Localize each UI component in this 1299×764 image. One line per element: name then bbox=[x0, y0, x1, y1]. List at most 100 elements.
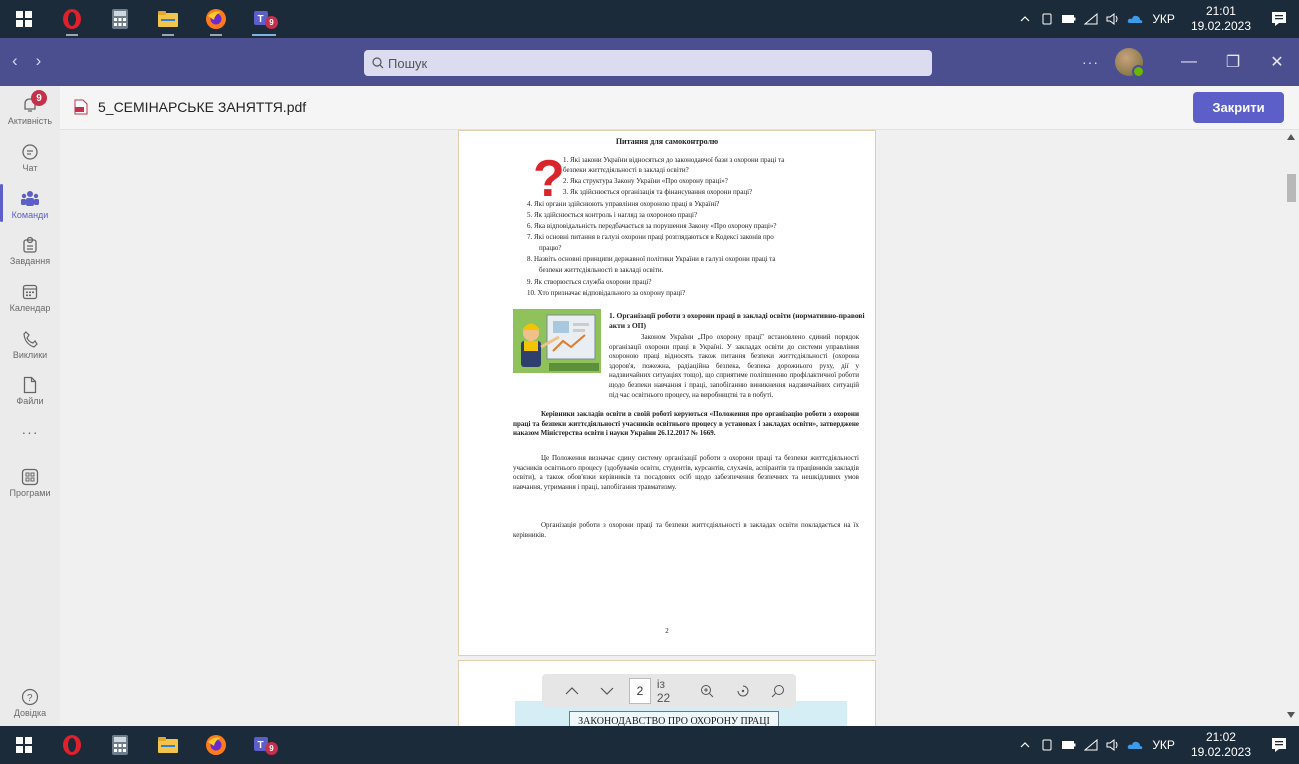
help-icon: ? bbox=[21, 686, 39, 708]
page-number-input[interactable]: 2 bbox=[629, 678, 651, 704]
speaker-icon[interactable] bbox=[1102, 726, 1124, 764]
scroll-up-arrow-icon[interactable] bbox=[1287, 134, 1295, 140]
clock[interactable]: 21:01 19.02.2023 bbox=[1191, 4, 1251, 34]
rotate-button[interactable] bbox=[725, 684, 761, 698]
question-mark-illustration: ? bbox=[533, 150, 565, 208]
doc-question: 1. Які закони України відносяться до зак… bbox=[563, 156, 785, 164]
teams-icon bbox=[20, 188, 40, 210]
windows-taskbar-top: T 9 УКР 21:01 19.02.2023 bbox=[0, 0, 1299, 38]
scroll-down-arrow-icon[interactable] bbox=[1287, 712, 1295, 718]
language-indicator[interactable]: УКР bbox=[1152, 12, 1175, 26]
search-icon bbox=[372, 57, 384, 69]
tasks-icon bbox=[22, 234, 38, 256]
maximize-button[interactable]: ❐ bbox=[1211, 52, 1255, 72]
activity-badge: 9 bbox=[31, 90, 47, 106]
pdf-viewer: Питання для самоконтролю ? 1. Які закони… bbox=[60, 130, 1299, 726]
clock-date: 19.02.2023 bbox=[1190, 19, 1251, 33]
rail-files[interactable]: Файли bbox=[0, 374, 60, 406]
doc-paragraph: Керівники закладів освіти в своїй роботі… bbox=[513, 410, 859, 438]
file-icon bbox=[23, 374, 37, 396]
system-tray: УКР 21:01 19.02.2023 bbox=[1014, 0, 1299, 38]
more-options-button[interactable]: ··· bbox=[1082, 54, 1099, 70]
user-avatar[interactable] bbox=[1115, 48, 1145, 78]
onedrive-icon[interactable] bbox=[1124, 0, 1146, 38]
history-nav: ‹ › bbox=[12, 51, 41, 71]
search-input[interactable]: Пошук bbox=[364, 50, 932, 76]
calculator-icon[interactable] bbox=[96, 0, 144, 38]
doc-question: 10. Хто призначає відповідального за охо… bbox=[527, 289, 686, 297]
previous-page-button[interactable] bbox=[554, 687, 590, 695]
doc-question: 6. Яка відповідальність передбачається з… bbox=[527, 222, 777, 230]
calculator-icon[interactable] bbox=[96, 726, 144, 764]
rail-label-activity: Активність bbox=[7, 116, 53, 126]
file-explorer-icon[interactable] bbox=[144, 0, 192, 38]
file-header: 5_СЕМІНАРСЬКЕ ЗАНЯТТЯ.pdf Закрити bbox=[60, 86, 1299, 130]
battery-icon[interactable] bbox=[1058, 0, 1080, 38]
opera-icon[interactable] bbox=[48, 0, 96, 38]
find-button[interactable] bbox=[760, 684, 796, 698]
speaker-icon[interactable] bbox=[1102, 0, 1124, 38]
wifi-icon[interactable] bbox=[1080, 726, 1102, 764]
notification-center-icon[interactable] bbox=[1259, 0, 1299, 38]
windows-start-icon[interactable] bbox=[0, 0, 48, 38]
phone-icon bbox=[22, 328, 38, 350]
teams-taskbar-badge: 9 bbox=[265, 16, 278, 29]
firefox-icon[interactable] bbox=[192, 0, 240, 38]
language-indicator[interactable]: УКР bbox=[1152, 738, 1175, 752]
rotate-icon bbox=[737, 685, 749, 697]
next-page-button[interactable] bbox=[590, 687, 626, 695]
doc-question: 8. Назвіть основні принципи державної по… bbox=[527, 255, 776, 263]
battery-icon[interactable] bbox=[1058, 726, 1080, 764]
opera-icon[interactable] bbox=[48, 726, 96, 764]
tablet-icon[interactable] bbox=[1036, 0, 1058, 38]
notification-center-icon[interactable] bbox=[1259, 726, 1299, 764]
rail-calls[interactable]: Виклики bbox=[0, 328, 60, 360]
next-page-heading: ЗАКОНОДАВСТВО ПРО ОХОРОНУ ПРАЦІ bbox=[569, 711, 779, 726]
zoom-in-button[interactable] bbox=[689, 684, 725, 698]
search-icon bbox=[771, 685, 785, 698]
clock[interactable]: 21:02 19.02.2023 bbox=[1191, 730, 1251, 760]
rail-apps[interactable]: Програми bbox=[0, 466, 60, 498]
vertical-scrollbar[interactable] bbox=[1283, 130, 1299, 726]
teams-taskbar-icon[interactable]: T 9 bbox=[240, 726, 288, 764]
rail-more-apps[interactable]: ··· bbox=[0, 424, 60, 440]
minimize-button[interactable]: — bbox=[1167, 53, 1211, 71]
doc-question: 5. Як здійснюється контроль і нагляд за … bbox=[527, 211, 698, 219]
clock-date: 19.02.2023 bbox=[1190, 745, 1251, 759]
page-total: із 22 bbox=[656, 677, 671, 705]
teams-title-bar: ‹ › Пошук ··· — ❐ ✕ bbox=[0, 38, 1299, 86]
forward-arrow-icon[interactable]: › bbox=[36, 51, 42, 71]
rail-chat[interactable]: Чат bbox=[0, 141, 60, 173]
chevron-up-icon[interactable] bbox=[1014, 726, 1036, 764]
bell-icon: 9 bbox=[21, 90, 47, 116]
teams-taskbar-badge: 9 bbox=[265, 742, 278, 755]
section-title: 1. Організації роботи з охорони праці в … bbox=[609, 311, 865, 330]
title-bar-controls: ··· — ❐ ✕ bbox=[1082, 38, 1299, 86]
chevron-down-icon bbox=[600, 687, 614, 695]
close-window-button[interactable]: ✕ bbox=[1255, 52, 1299, 72]
rail-label-calendar: Календар bbox=[9, 303, 51, 313]
tablet-icon[interactable] bbox=[1036, 726, 1058, 764]
rail-activity[interactable]: 9 Активність bbox=[0, 90, 60, 126]
rail-label-help: Довідка bbox=[13, 708, 47, 718]
doc-heading: Питання для самоконтролю bbox=[615, 137, 719, 146]
rail-calendar[interactable]: Календар bbox=[0, 281, 60, 313]
doc-question: безпеки життєдіяльності в закладі освіти… bbox=[539, 266, 664, 274]
file-explorer-icon[interactable] bbox=[144, 726, 192, 764]
firefox-icon[interactable] bbox=[192, 726, 240, 764]
chevron-up-icon[interactable] bbox=[1014, 0, 1036, 38]
close-file-button[interactable]: Закрити bbox=[1193, 92, 1284, 123]
back-arrow-icon[interactable]: ‹ bbox=[12, 51, 18, 71]
windows-start-icon[interactable] bbox=[0, 726, 48, 764]
rail-teams[interactable]: Команди bbox=[0, 184, 60, 222]
svg-text:T: T bbox=[258, 740, 264, 751]
teams-taskbar-icon[interactable]: T 9 bbox=[240, 0, 288, 38]
app-bar: 9 Активність Чат Команди Завдання Календ… bbox=[0, 86, 60, 726]
scrollbar-thumb[interactable] bbox=[1287, 174, 1296, 202]
file-name: 5_СЕМІНАРСЬКЕ ЗАНЯТТЯ.pdf bbox=[98, 99, 307, 115]
rail-label-apps: Програми bbox=[9, 488, 51, 498]
wifi-icon[interactable] bbox=[1080, 0, 1102, 38]
onedrive-icon[interactable] bbox=[1124, 726, 1146, 764]
rail-tasks[interactable]: Завдання bbox=[0, 234, 60, 266]
rail-help[interactable]: ? Довідка bbox=[0, 686, 60, 718]
